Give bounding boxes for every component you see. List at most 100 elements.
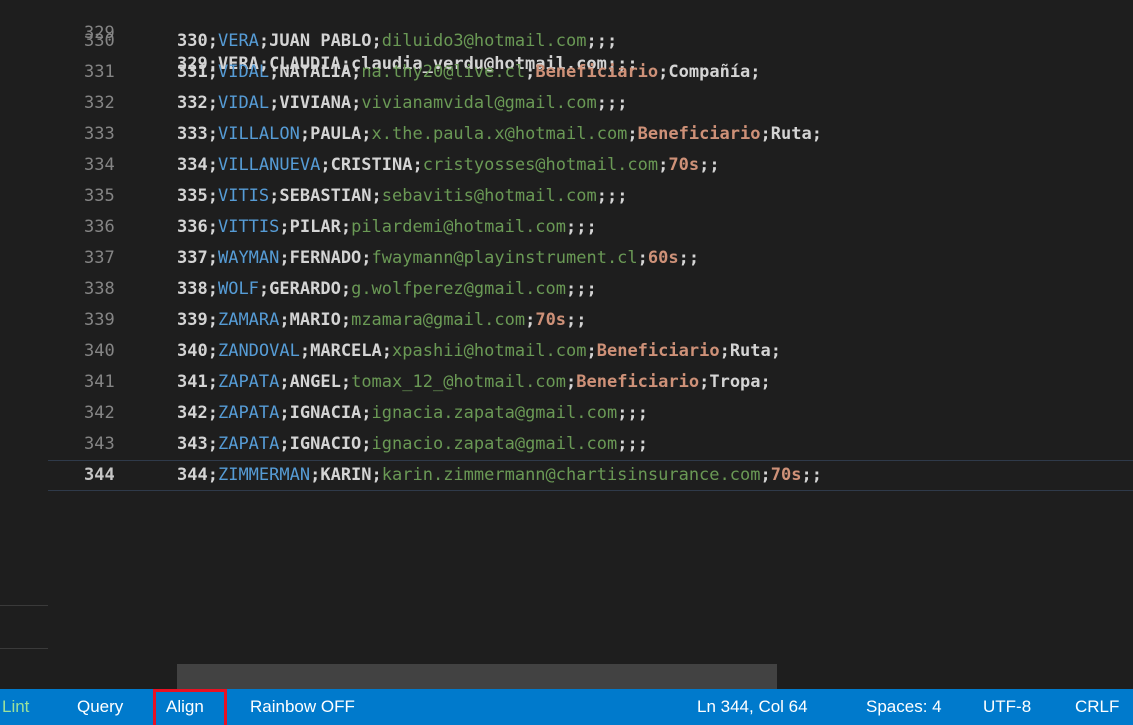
csv-separator: ; bbox=[596, 31, 607, 51]
status-cursor-position[interactable]: Ln 344, Col 64 bbox=[697, 689, 808, 725]
csv-separator: ; bbox=[207, 217, 218, 237]
code-line[interactable]: 330 330;VERA;JUAN PABLO;diluido3@hotmail.… bbox=[0, 26, 1133, 57]
code-line[interactable]: 336 336;VITTIS;PILAR;pilardemi@hotmail.co… bbox=[0, 212, 1133, 243]
partial-top-line: 329 329;VERA;CLAUDIA;claudia_verdu@hotma… bbox=[0, 0, 1133, 74]
csv-separator: ; bbox=[606, 31, 618, 51]
csv-separator: ; bbox=[269, 93, 280, 113]
csv-field: 330 bbox=[177, 31, 208, 51]
csv-field: VIVIANA bbox=[279, 93, 352, 113]
csv-separator: ; bbox=[596, 186, 607, 206]
csv-separator: ; bbox=[381, 341, 393, 361]
csv-field: 70s bbox=[535, 310, 567, 330]
csv-field: 337 bbox=[177, 248, 208, 268]
code-line[interactable]: 332 332;VIDAL;VIVIANA;vivianamvidal@gmail… bbox=[0, 88, 1133, 119]
csv-separator: ; bbox=[760, 372, 771, 392]
csv-field: Compañía bbox=[668, 62, 751, 82]
line-text: 332;VIDAL;VIVIANA;vivianamvidal@gmail.co… bbox=[177, 88, 627, 119]
csv-field: IGNACIO bbox=[289, 434, 362, 454]
csv-separator: ; bbox=[207, 310, 218, 330]
csv-separator: ; bbox=[637, 434, 648, 454]
code-line[interactable]: 333 333;VILLALON;PAULA;x.the.paula.x@hotm… bbox=[0, 119, 1133, 150]
csv-field: 331 bbox=[177, 62, 208, 82]
csv-field: GERARDO bbox=[269, 279, 341, 299]
csv-separator: ; bbox=[340, 372, 352, 392]
horizontal-scrollbar[interactable] bbox=[177, 664, 777, 689]
status-line-ending[interactable]: CRLF bbox=[1075, 689, 1119, 725]
status-encoding[interactable]: UTF-8 bbox=[983, 689, 1031, 725]
csv-separator: ; bbox=[351, 62, 362, 82]
code-line[interactable]: 334 334;VILLANUEVA;CRISTINA;cristyosses@h… bbox=[0, 150, 1133, 181]
csv-separator: ; bbox=[566, 372, 577, 392]
csv-field: ZIMMERMAN bbox=[217, 465, 311, 485]
csv-separator: ; bbox=[207, 279, 218, 299]
csv-separator: ; bbox=[279, 434, 290, 454]
status-rainbow[interactable]: Rainbow OFF bbox=[250, 689, 355, 725]
line-text: 334;VILLANUEVA;CRISTINA;cristyosses@hotm… bbox=[177, 150, 720, 181]
csv-separator: ; bbox=[525, 62, 536, 82]
status-query[interactable]: Query bbox=[77, 689, 123, 725]
line-text: 338;WOLF;GERARDO;g.wolfperez@gmail.com;;… bbox=[177, 274, 597, 305]
line-text: 339;ZAMARA;MARIO;mzamara@gmail.com;70s;; bbox=[177, 305, 587, 336]
csv-field: Beneficiario bbox=[535, 62, 659, 82]
csv-separator: ; bbox=[566, 310, 577, 330]
csv-field: xpashii@hotmail.com bbox=[392, 341, 587, 361]
csv-field: ZAPATA bbox=[217, 372, 280, 392]
code-line[interactable]: 340 340;ZANDOVAL;MARCELA;xpashii@hotmail.… bbox=[0, 336, 1133, 367]
csv-separator: ; bbox=[770, 341, 782, 361]
csv-separator: ; bbox=[269, 62, 280, 82]
csv-field: karin.zimmermann@chartisinsurance.com bbox=[381, 465, 761, 485]
line-text: 335;VITIS;SEBASTIAN;sebavitis@hotmail.co… bbox=[177, 181, 627, 212]
csv-field: diluido3@hotmail.com bbox=[381, 31, 587, 51]
csv-separator: ; bbox=[207, 403, 218, 423]
line-text: 342;ZAPATA;IGNACIA;ignacia.zapata@gmail.… bbox=[177, 398, 648, 429]
status-lint[interactable]: Lint bbox=[2, 689, 29, 725]
code-line[interactable]: 337 337;WAYMAN;FERNADO;fwaymann@playinstr… bbox=[0, 243, 1133, 274]
csv-separator: ; bbox=[719, 341, 730, 361]
csv-separator: ; bbox=[207, 31, 218, 51]
csv-field: 343 bbox=[177, 434, 208, 454]
csv-field: 335 bbox=[177, 186, 208, 206]
code-line[interactable]: 335 335;VITIS;SEBASTIAN;sebavitis@hotmail… bbox=[0, 181, 1133, 212]
code-line[interactable]: 344 344;ZIMMERMAN;KARIN;karin.zimmermann@… bbox=[0, 460, 1133, 491]
code-line[interactable]: 331 331;VIDAL;NATALIA;na.thy20@live.cl;Be… bbox=[0, 57, 1133, 88]
code-line[interactable]: 339 339;ZAMARA;MARIO;mzamara@gmail.com;70… bbox=[0, 305, 1133, 336]
csv-separator: ; bbox=[658, 62, 669, 82]
editor-area[interactable]: 329 329;VERA;CLAUDIA;claudia_verdu@hotma… bbox=[0, 0, 1133, 689]
code-line[interactable]: 341 341;ZAPATA;ANGEL;tomax_12_@hotmail.co… bbox=[0, 367, 1133, 398]
csv-field: JUAN PABLO bbox=[269, 31, 372, 51]
line-number: 331 bbox=[84, 62, 115, 82]
status-indentation[interactable]: Spaces: 4 bbox=[866, 689, 942, 725]
csv-separator: ; bbox=[637, 248, 648, 268]
csv-separator: ; bbox=[207, 186, 218, 206]
csv-separator: ; bbox=[699, 372, 710, 392]
csv-field: 338 bbox=[177, 279, 208, 299]
csv-field: vivianamvidal@gmail.com bbox=[361, 93, 597, 113]
csv-separator: ; bbox=[207, 124, 218, 144]
app-window: 329 329;VERA;CLAUDIA;claudia_verdu@hotma… bbox=[0, 0, 1133, 725]
csv-field: VILLALON bbox=[217, 124, 300, 144]
csv-field: PAULA bbox=[310, 124, 362, 144]
csv-separator: ; bbox=[699, 155, 710, 175]
csv-separator: ; bbox=[371, 465, 382, 485]
csv-separator: ; bbox=[586, 31, 597, 51]
csv-separator: ; bbox=[811, 465, 822, 485]
csv-separator: ; bbox=[299, 124, 311, 144]
csv-field: VIDAL bbox=[217, 93, 270, 113]
csv-separator: ; bbox=[279, 372, 290, 392]
code-line[interactable]: 338 338;WOLF;GERARDO;g.wolfperez@gmail.co… bbox=[0, 274, 1133, 305]
line-text: 344;ZIMMERMAN;KARIN;karin.zimmermann@cha… bbox=[177, 461, 822, 490]
csv-field: 332 bbox=[177, 93, 208, 113]
csv-separator: ; bbox=[678, 248, 689, 268]
line-number: 337 bbox=[84, 248, 115, 268]
csv-separator: ; bbox=[412, 155, 423, 175]
csv-field: 340 bbox=[177, 341, 208, 361]
csv-separator: ; bbox=[586, 279, 597, 299]
csv-field: ZAPATA bbox=[217, 403, 280, 423]
line-number: 339 bbox=[84, 310, 115, 330]
code-line[interactable]: 343 343;ZAPATA;IGNACIO;ignacio.zapata@gma… bbox=[0, 429, 1133, 460]
csv-separator: ; bbox=[688, 248, 700, 268]
line-text: 341;ZAPATA;ANGEL;tomax_12_@hotmail.com;B… bbox=[177, 367, 771, 398]
csv-separator: ; bbox=[361, 124, 372, 144]
csv-separator: ; bbox=[269, 186, 280, 206]
code-line[interactable]: 342 342;ZAPATA;IGNACIA;ignacia.zapata@gma… bbox=[0, 398, 1133, 429]
